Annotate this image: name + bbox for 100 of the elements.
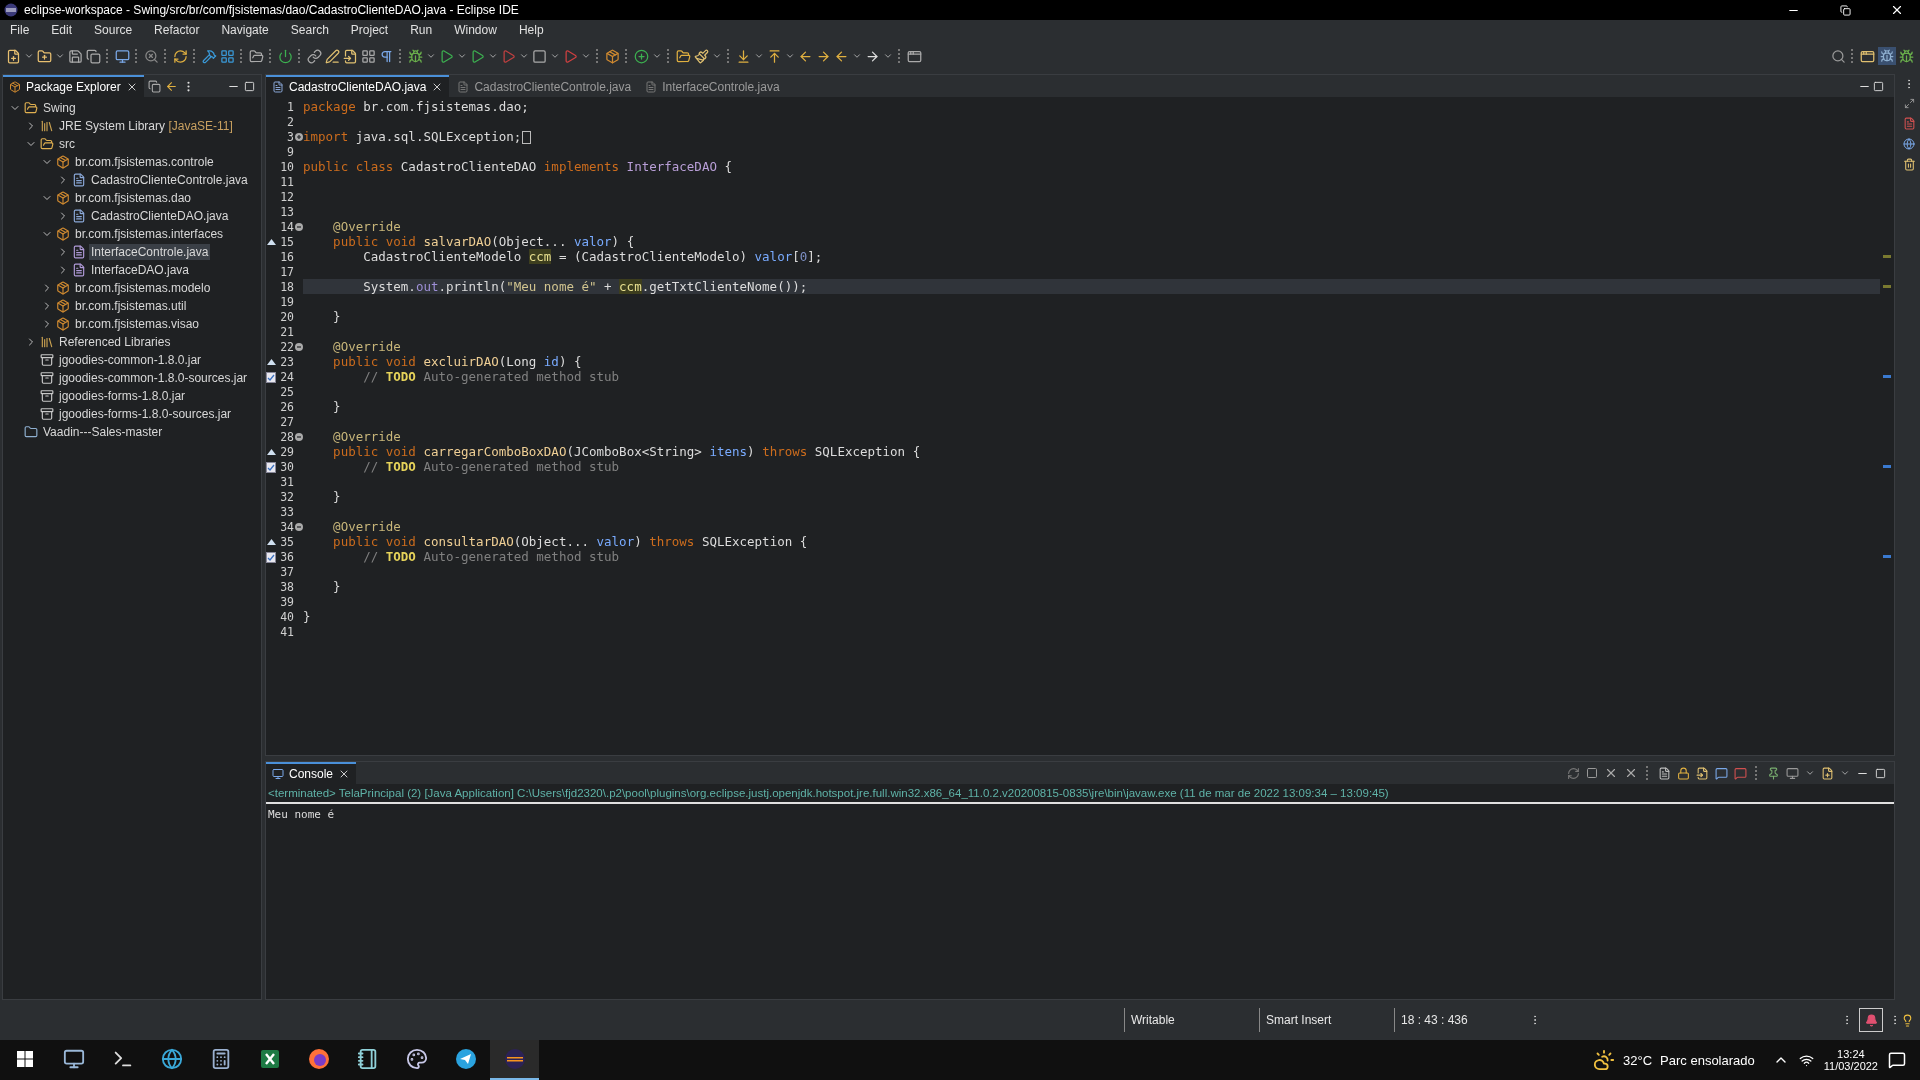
caret-icon[interactable] — [883, 51, 893, 61]
caret-icon[interactable] — [1805, 768, 1815, 778]
outline-icon[interactable] — [1902, 117, 1916, 130]
tree-item[interactable]: br.com.fjsistemas.modelo — [73, 280, 213, 296]
open-folder-icon[interactable] — [676, 48, 691, 64]
caret-icon[interactable] — [24, 51, 34, 61]
menu-item[interactable]: Search — [286, 23, 339, 37]
tree-item[interactable]: br.com.fjsistemas.dao — [73, 190, 194, 206]
tree-item[interactable]: Referenced Libraries — [57, 334, 173, 350]
lightbulb-icon[interactable] — [1901, 1013, 1914, 1027]
run-config-icon[interactable] — [470, 48, 485, 64]
caret-icon[interactable] — [754, 51, 764, 61]
taskbar-app[interactable] — [490, 1040, 539, 1080]
overview-icon[interactable] — [1903, 138, 1915, 150]
folder-plus-icon[interactable] — [37, 48, 52, 64]
caret-icon[interactable] — [785, 51, 795, 61]
menu-item[interactable]: Run — [406, 23, 443, 37]
clear-console-icon[interactable] — [1658, 766, 1671, 780]
save-icon[interactable] — [68, 48, 83, 64]
tree-item[interactable]: jgoodies-forms-1.8.0.jar — [57, 388, 188, 404]
caret-icon[interactable] — [519, 51, 529, 61]
fold-minus-icon[interactable] — [294, 342, 303, 351]
collapse-all-icon[interactable] — [147, 79, 161, 93]
tree-item[interactable]: jgoodies-forms-1.8.0-sources.jar — [57, 406, 234, 422]
search-icon[interactable] — [1831, 48, 1846, 64]
clock-date[interactable]: 11/03/2022 — [1823, 1060, 1878, 1072]
perspective-icon[interactable] — [1860, 48, 1875, 64]
coverage-icon[interactable] — [501, 48, 516, 64]
relaunch-icon[interactable] — [1567, 766, 1580, 780]
arrow-up-icon[interactable] — [767, 48, 782, 64]
grid-icon[interactable] — [220, 48, 235, 64]
tree-item[interactable]: br.com.fjsistemas.interfaces — [73, 226, 226, 242]
file-plus-icon[interactable] — [6, 48, 21, 64]
maximize-icon[interactable] — [1875, 767, 1886, 779]
caret-icon[interactable] — [712, 51, 722, 61]
tree-item[interactable]: br.com.fjsistemas.controle — [73, 154, 216, 170]
caret-icon[interactable] — [852, 51, 862, 61]
fold-plus-icon[interactable] — [294, 132, 303, 141]
search-x-icon[interactable] — [144, 48, 159, 64]
pilcrow-icon[interactable] — [379, 48, 394, 64]
menu-item[interactable]: Help — [514, 23, 554, 37]
play-icon[interactable] — [439, 48, 454, 64]
tree-item[interactable]: br.com.fjsistemas.util — [73, 298, 189, 314]
menu-item[interactable]: Source — [90, 23, 143, 37]
striped-circle-icon[interactable] — [503, 1048, 526, 1070]
maximize-icon[interactable] — [244, 80, 255, 92]
spreadsheet-icon[interactable] — [259, 1049, 280, 1069]
notifications-icon[interactable] — [1888, 1051, 1906, 1069]
package-explorer-tab[interactable]: Package Explorer — [3, 75, 144, 97]
show-stdout-icon[interactable] — [1715, 766, 1728, 780]
external-run-icon[interactable] — [563, 48, 578, 64]
copy-icon[interactable] — [86, 48, 101, 64]
task-list-icon[interactable] — [1902, 158, 1916, 171]
arrow-down-icon[interactable] — [736, 48, 751, 64]
scroll-lock-icon[interactable] — [1677, 766, 1690, 780]
file-input-icon[interactable] — [343, 48, 358, 64]
network-icon[interactable] — [1798, 1052, 1814, 1068]
monitor-icon[interactable] — [115, 48, 130, 64]
pin-console-icon[interactable] — [1767, 766, 1780, 780]
tree-item[interactable]: InterfaceDAO.java — [89, 262, 192, 278]
tree-item[interactable]: CadastroClienteDAO.java — [89, 208, 231, 224]
pen-icon[interactable] — [325, 48, 340, 64]
caret-icon[interactable] — [55, 51, 65, 61]
tree-item[interactable]: Swing — [41, 100, 78, 116]
package-icon[interactable] — [605, 48, 620, 64]
notification-button[interactable] — [1859, 1008, 1883, 1032]
caret-icon[interactable] — [488, 51, 498, 61]
power-icon[interactable] — [278, 48, 293, 64]
tree-item[interactable]: JRE System Library [JavaSE-11] — [57, 118, 235, 134]
maximize-icon[interactable] — [1873, 80, 1884, 92]
tree-item[interactable]: Vaadin---Sales-master — [41, 424, 165, 440]
close-icon[interactable] — [1890, 3, 1904, 17]
link-editor-icon[interactable] — [164, 79, 178, 93]
caret-icon[interactable] — [426, 51, 436, 61]
caret-icon[interactable] — [457, 51, 467, 61]
link-icon[interactable] — [307, 48, 322, 64]
menu-item[interactable]: Refactor — [150, 23, 210, 37]
open-console-icon[interactable] — [1821, 766, 1834, 780]
menu-item[interactable]: File — [6, 23, 40, 37]
window-icon[interactable] — [907, 48, 922, 64]
palette-icon[interactable] — [405, 1048, 428, 1070]
circle-plus-icon[interactable] — [634, 48, 649, 64]
weather-text[interactable]: Parc ensolarado — [1660, 1052, 1755, 1068]
globe-icon[interactable] — [160, 1048, 183, 1070]
bell-icon[interactable] — [1864, 1013, 1878, 1027]
flame-globe-icon[interactable] — [307, 1048, 330, 1070]
terminate-icon[interactable] — [1586, 767, 1598, 779]
table-icon[interactable] — [361, 48, 376, 64]
bug-icon[interactable] — [408, 48, 423, 64]
remove-launch-icon[interactable] — [1604, 766, 1618, 780]
show-stderr-icon[interactable] — [1734, 766, 1747, 780]
fold-minus-icon[interactable] — [294, 522, 303, 531]
console-tab[interactable]: Console — [266, 762, 357, 784]
editor-tab[interactable]: CadastroClienteDAO.java — [266, 75, 450, 97]
tree-item[interactable]: src — [57, 136, 77, 152]
paper-plane-icon[interactable] — [454, 1048, 477, 1070]
forward-arrow-icon[interactable] — [816, 48, 831, 64]
hammer-icon[interactable] — [202, 48, 217, 64]
windows-logo-icon[interactable] — [16, 1051, 33, 1067]
tree-item[interactable]: CadastroClienteControle.java — [89, 172, 250, 188]
